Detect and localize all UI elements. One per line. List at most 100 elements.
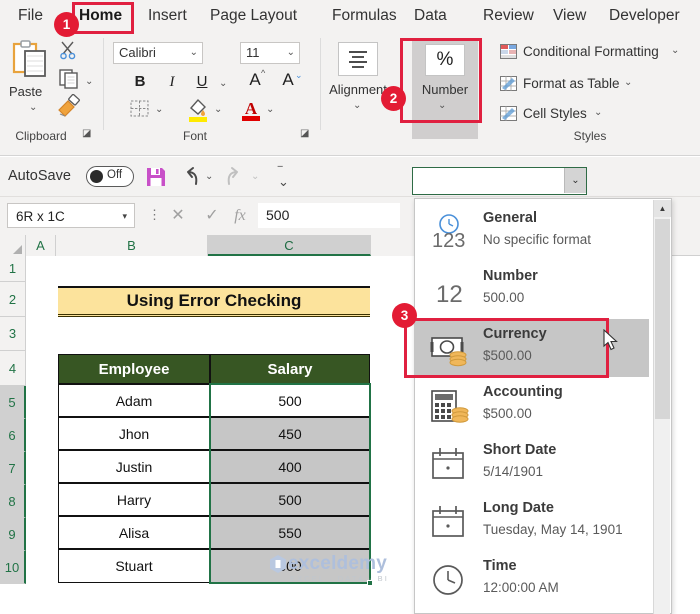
scroll-up-arrow-icon[interactable]: ▲ — [654, 200, 671, 217]
paste-label[interactable]: Paste — [9, 84, 42, 99]
font-dialog-launcher-icon[interactable]: ◪ — [300, 128, 309, 139]
tab-view[interactable]: View — [553, 4, 586, 28]
tab-home[interactable]: Home — [79, 4, 122, 28]
name-box[interactable]: 6R x 1C ▾ — [7, 203, 135, 228]
row-header-4[interactable]: 4 — [0, 351, 26, 386]
formula-bar-handle[interactable]: ⋮ — [148, 207, 161, 223]
format-as-table-chevron-down-icon[interactable]: ⌄ — [624, 77, 632, 88]
number-label[interactable]: Number — [412, 82, 478, 97]
dropdown-item-long-date[interactable]: Long Date Tuesday, May 14, 1901 — [415, 493, 649, 551]
number-format-dropdown-list[interactable]: 123 General No specific format 12 Number… — [414, 198, 672, 614]
tab-formulas[interactable]: Formulas — [332, 4, 397, 28]
table-row[interactable]: 500 — [210, 483, 370, 516]
cell-styles-label[interactable]: Cell Styles — [523, 106, 587, 121]
alignment-icon[interactable] — [338, 42, 378, 76]
format-painter-icon[interactable] — [56, 94, 82, 118]
insert-function-fx-icon[interactable]: fx — [228, 204, 252, 228]
table-row[interactable]: Jhon — [58, 417, 210, 450]
font-color-icon[interactable]: A — [240, 96, 262, 122]
clipboard-dialog-launcher-icon[interactable]: ◪ — [82, 128, 91, 139]
table-row[interactable]: 500 — [210, 384, 370, 417]
table-row[interactable]: 450 — [210, 417, 370, 450]
format-as-table-icon[interactable] — [500, 76, 517, 91]
tab-developer[interactable]: Developer — [609, 4, 680, 28]
dropdown-scrollbar[interactable]: ▲ — [653, 200, 671, 614]
tab-insert[interactable]: Insert — [148, 4, 187, 28]
row-header-1[interactable]: 1 — [0, 256, 26, 282]
borders-chevron-down-icon[interactable]: ⌄ — [155, 104, 163, 115]
conditional-formatting-label[interactable]: Conditional Formatting — [523, 44, 659, 59]
font-name-chevron-down-icon[interactable]: ⌄ — [190, 43, 198, 63]
row-header-3[interactable]: 3 — [0, 317, 26, 351]
undo-arrow-icon[interactable] — [178, 166, 202, 188]
percent-icon[interactable]: % — [425, 44, 465, 76]
cell-styles-chevron-down-icon[interactable]: ⌄ — [594, 107, 602, 118]
format-as-table-label[interactable]: Format as Table — [523, 76, 620, 91]
customize-qat-icon[interactable]: ‾ ⌄ — [278, 165, 289, 188]
name-box-chevron-down-icon[interactable]: ▾ — [122, 204, 127, 229]
table-row[interactable]: Justin — [58, 450, 210, 483]
select-all-corner[interactable] — [0, 235, 26, 256]
row-header-6[interactable]: 6 — [0, 419, 26, 452]
dropdown-item-short-date[interactable]: Short Date 5/14/1901 — [415, 435, 649, 493]
dropdown-item-accounting[interactable]: Accounting $500.00 — [415, 377, 649, 435]
scrollbar-thumb[interactable] — [655, 219, 670, 419]
borders-icon[interactable] — [130, 100, 150, 118]
table-row[interactable]: Adam — [58, 384, 210, 417]
table-row[interactable]: Stuart — [58, 549, 210, 583]
table-row[interactable]: Alisa — [58, 516, 210, 549]
font-size-combo[interactable]: 11 ⌄ — [240, 42, 300, 64]
paste-chevron-down-icon[interactable]: ⌄ — [29, 102, 37, 113]
font-size-chevron-down-icon[interactable]: ⌄ — [287, 43, 295, 63]
conditional-formatting-chevron-down-icon[interactable]: ⌄ — [671, 45, 679, 56]
alignment-chevron-down-icon[interactable]: ⌄ — [353, 100, 361, 111]
table-header-salary[interactable]: Salary — [210, 354, 370, 384]
tab-review[interactable]: Review — [483, 4, 534, 28]
dropdown-item-time[interactable]: Time 12:00:00 AM — [415, 551, 649, 609]
column-header-c[interactable]: C — [208, 235, 371, 256]
underline-chevron-down-icon[interactable]: ⌄ — [219, 78, 227, 89]
formula-input[interactable]: 500 — [258, 203, 400, 228]
row-header-9[interactable]: 9 — [0, 518, 26, 551]
table-row[interactable]: 550 — [210, 516, 370, 549]
row-header-8[interactable]: 8 — [0, 485, 26, 518]
redo-arrow-icon[interactable] — [224, 166, 248, 188]
underline-button[interactable]: U — [192, 72, 212, 92]
table-row[interactable]: 400 — [210, 450, 370, 483]
cut-scissors-icon[interactable] — [58, 40, 78, 60]
tab-data[interactable]: Data — [414, 4, 447, 28]
paste-icon[interactable] — [8, 38, 52, 82]
table-row[interactable]: Harry — [58, 483, 210, 516]
enter-check-icon[interactable]: ✓ — [200, 204, 224, 228]
italic-button[interactable]: I — [162, 72, 182, 92]
row-header-10[interactable]: 10 — [0, 551, 26, 584]
conditional-formatting-icon[interactable] — [500, 44, 517, 59]
save-diskette-icon[interactable] — [145, 166, 167, 188]
number-format-combo[interactable]: ⌄ — [412, 167, 587, 195]
chevron-down-icon[interactable]: ⌄ — [564, 168, 586, 193]
row-header-5[interactable]: 5 — [0, 386, 26, 419]
cancel-x-icon[interactable]: ✕ — [166, 204, 190, 228]
row-header-7[interactable]: 7 — [0, 452, 26, 485]
dropdown-item-general[interactable]: 123 General No specific format — [415, 203, 649, 261]
table-row[interactable]: 600 — [210, 549, 370, 583]
dropdown-item-currency[interactable]: Currency $500.00 — [415, 319, 649, 377]
table-header-employee[interactable]: Employee — [58, 354, 210, 384]
tab-file[interactable]: File — [18, 4, 43, 28]
row-header-2[interactable]: 2 — [0, 282, 26, 317]
undo-chevron-down-icon[interactable]: ⌄ — [205, 171, 213, 182]
autosave-toggle[interactable]: Off — [86, 166, 134, 187]
font-name-combo[interactable]: Calibri ⌄ — [113, 42, 203, 64]
copy-chevron-down-icon[interactable]: ⌄ — [85, 76, 93, 87]
fill-color-chevron-down-icon[interactable]: ⌄ — [214, 104, 222, 115]
cell-styles-icon[interactable] — [500, 106, 517, 121]
tab-page-layout[interactable]: Page Layout — [210, 4, 297, 28]
number-chevron-down-icon[interactable]: ⌄ — [438, 100, 446, 111]
dropdown-item-number[interactable]: 12 Number 500.00 — [415, 261, 649, 319]
fill-color-icon[interactable] — [186, 96, 210, 122]
sheet-title-cell[interactable]: Using Error Checking — [58, 286, 370, 317]
column-header-a[interactable]: A — [26, 235, 56, 256]
bold-button[interactable]: B — [130, 72, 150, 92]
redo-chevron-down-icon[interactable]: ⌄ — [251, 171, 259, 182]
copy-icon[interactable] — [58, 68, 80, 90]
